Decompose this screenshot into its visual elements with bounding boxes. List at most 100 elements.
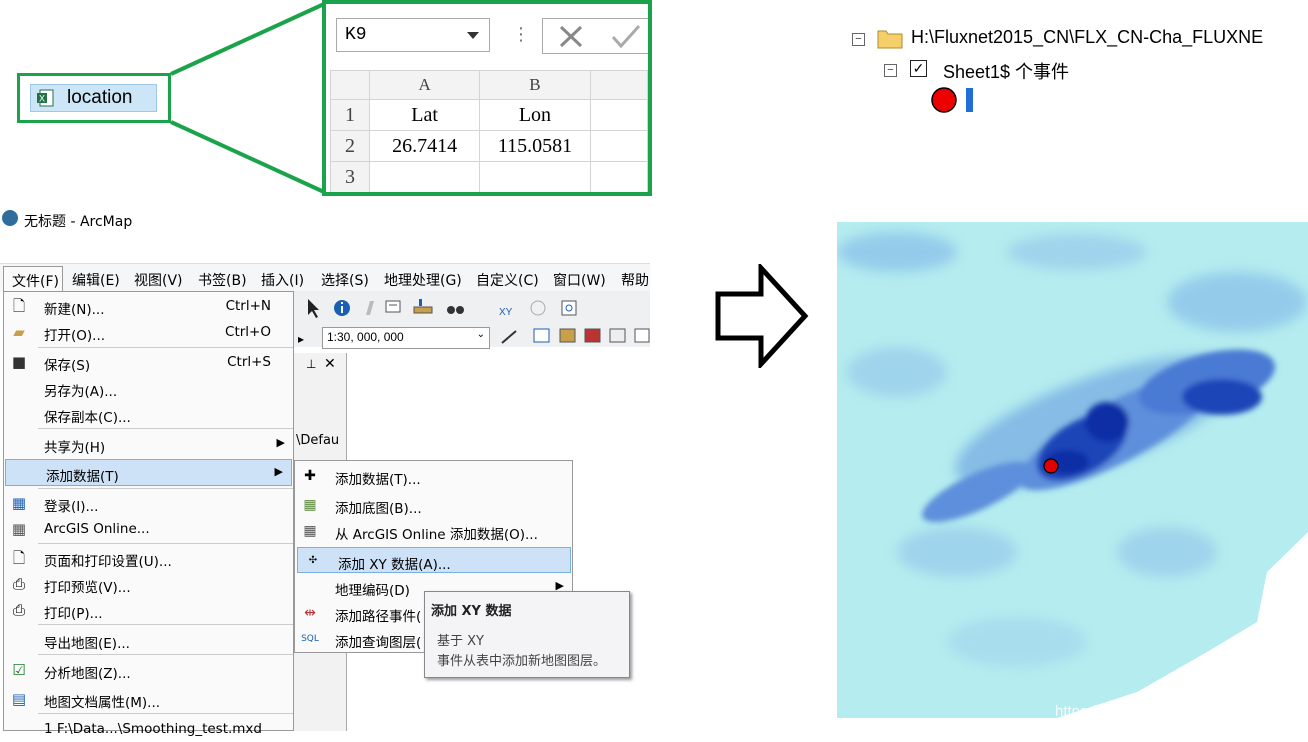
- menu-item-analyze-map[interactable]: ☑ 分析地图(Z)...: [4, 657, 293, 683]
- submenu-item-add-basemap[interactable]: ▦ 添加底图(B)...: [295, 492, 572, 518]
- add-data-plus-icon: ✚: [304, 468, 316, 484]
- cell[interactable]: 115.0581: [479, 130, 591, 162]
- table-icon[interactable]: [533, 328, 550, 343]
- file-menu-tab[interactable]: 文件(F): [3, 266, 63, 293]
- editor-icon[interactable]: [501, 330, 517, 344]
- menu-item-arcgis-online[interactable]: ▦ ArcGIS Online...: [4, 516, 293, 542]
- column-header[interactable]: A: [369, 70, 481, 100]
- menu-insert[interactable]: 插入(I): [261, 270, 304, 290]
- site-point-marker[interactable]: [1043, 458, 1059, 474]
- menu-view[interactable]: 视图(V): [134, 270, 183, 290]
- find-binoculars-icon[interactable]: [447, 306, 464, 314]
- close-icon[interactable]: ✕: [324, 356, 336, 372]
- menu-item-new[interactable]: 🗋 新建(N)... Ctrl+N: [4, 293, 293, 319]
- tooltip-title: 添加 XY 数据: [431, 604, 512, 619]
- menu-geoprocessing[interactable]: 地理处理(G): [384, 270, 462, 290]
- chevron-down-icon[interactable]: [467, 32, 479, 39]
- menu-item-shortcut: Ctrl+S: [227, 354, 271, 370]
- formula-buttons: [542, 18, 648, 54]
- layer-visibility-checkbox[interactable]: ✓: [910, 60, 927, 77]
- menu-item-sign-in[interactable]: ▦ 登录(I)...: [4, 490, 293, 516]
- menu-item-share-as[interactable]: 共享为(H) ▶: [4, 431, 293, 457]
- menu-item-add-data[interactable]: 添加数据(T) ▶: [5, 459, 292, 486]
- measure-icon[interactable]: [413, 299, 433, 314]
- cell[interactable]: Lat: [369, 99, 481, 131]
- pin-icon[interactable]: ⊥: [306, 357, 316, 371]
- menu-separator: [38, 347, 293, 348]
- menu-help[interactable]: 帮助: [621, 270, 649, 290]
- identify-icon[interactable]: [334, 300, 350, 316]
- menu-windows[interactable]: 窗口(W): [553, 270, 606, 290]
- collapse-icon[interactable]: −: [884, 64, 897, 77]
- cell[interactable]: [589, 161, 648, 192]
- menu-item-print-preview[interactable]: ⎙ 打印预览(V)...: [4, 571, 293, 597]
- arctoolbox-icon[interactable]: [584, 328, 601, 343]
- chevron-down-icon[interactable]: ⌄: [477, 329, 485, 340]
- zoom-window-icon[interactable]: [561, 300, 577, 316]
- result-raster-map[interactable]: [837, 222, 1308, 718]
- html-popup-icon[interactable]: [366, 301, 374, 315]
- collapse-icon[interactable]: −: [852, 33, 865, 46]
- menu-selection[interactable]: 选择(S): [321, 270, 369, 290]
- name-box[interactable]: K9: [336, 18, 490, 52]
- menu-item-save[interactable]: ■ 保存(S) Ctrl+S: [4, 349, 293, 375]
- point-symbol-icon[interactable]: [930, 87, 978, 115]
- confirm-icon[interactable]: [611, 24, 641, 49]
- menu-item-print[interactable]: ⎙ 打印(P)...: [4, 597, 293, 623]
- sheet-grid: A B 1 Lat Lon 2 26.7414 115.0581 3: [329, 70, 648, 192]
- time-slider-icon[interactable]: [530, 300, 546, 316]
- catalog-icon[interactable]: [559, 328, 576, 343]
- layer-tree: − H:\Fluxnet2015_CN\FLX_CN-Cha_FLUXNE − …: [846, 24, 1308, 124]
- go-to-xy-icon[interactable]: XY: [499, 307, 513, 318]
- menu-item-label: 添加 XY 数据(A)...: [338, 557, 451, 573]
- cell[interactable]: [479, 161, 591, 192]
- menu-item-label: 添加查询图层(: [335, 635, 422, 651]
- menu-edit[interactable]: 编辑(E): [72, 270, 120, 290]
- menu-item-label: 添加底图(B)...: [335, 501, 422, 517]
- excel-sheet-preview: K9 ⋮ A B 1 Lat Lon 2 26.7414 115.0581 3: [322, 0, 652, 196]
- menu-item-recent-file[interactable]: 1 F:\Data...\Smoothing_test.mxd: [4, 716, 293, 742]
- menu-bookmarks[interactable]: 书签(B): [198, 270, 247, 290]
- cancel-icon[interactable]: [559, 25, 583, 48]
- map-scale-select[interactable]: 1:30, 000, 000 ⌄: [322, 327, 490, 349]
- row-header[interactable]: 1: [329, 99, 371, 131]
- menu-customize[interactable]: 自定义(C): [476, 270, 539, 290]
- xy-data-icon: ✣: [308, 555, 318, 566]
- model-builder-icon[interactable]: [634, 328, 650, 343]
- menu-separator: [38, 543, 293, 544]
- submenu-item-add-xy-data[interactable]: ✣ 添加 XY 数据(A)...: [297, 547, 571, 573]
- menu-item-save-as[interactable]: 另存为(A)...: [4, 375, 293, 401]
- menu-item-label: 添加路径事件(: [335, 609, 422, 625]
- layer-name[interactable]: Sheet1$ 个事件: [943, 58, 1069, 84]
- cell[interactable]: 26.7414: [369, 130, 481, 162]
- popup-icon[interactable]: [385, 300, 401, 313]
- properties-icon: ▤: [11, 690, 27, 708]
- select-arrow-icon[interactable]: [308, 299, 319, 318]
- menu-item-export-map[interactable]: 导出地图(E)...: [4, 627, 293, 653]
- menu-separator: [38, 428, 293, 429]
- menu-item-label: 1 F:\Data...\Smoothing_test.mxd: [44, 721, 262, 737]
- python-icon[interactable]: [609, 328, 626, 343]
- cell[interactable]: [369, 161, 481, 192]
- route-events-icon: ⇹: [304, 605, 316, 621]
- cell[interactable]: [589, 99, 648, 131]
- menu-separator: [38, 624, 293, 625]
- menu-item-open[interactable]: ▰ 打开(O)... Ctrl+O: [4, 319, 293, 345]
- folder-path[interactable]: H:\Fluxnet2015_CN\FLX_CN-Cha_FLUXNE: [911, 27, 1263, 48]
- file-menu: 🗋 新建(N)... Ctrl+N ▰ 打开(O)... Ctrl+O ■ 保存…: [3, 291, 294, 737]
- row-header[interactable]: 3: [329, 161, 371, 192]
- select-all-corner[interactable]: [329, 70, 371, 100]
- submenu-item-add-data[interactable]: ✚ 添加数据(T)...: [295, 463, 572, 489]
- print-preview-icon: ⎙: [12, 575, 25, 593]
- submenu-item-add-online-data[interactable]: ▦ 从 ArcGIS Online 添加数据(O)...: [295, 518, 572, 544]
- pin-icon[interactable]: ▸: [298, 332, 304, 346]
- menu-item-page-setup[interactable]: 🗋 页面和打印设置(U)...: [4, 545, 293, 571]
- cell[interactable]: [589, 130, 648, 162]
- menu-item-map-properties[interactable]: ▤ 地图文档属性(M)...: [4, 686, 293, 712]
- column-header[interactable]: [589, 70, 648, 100]
- menu-item-save-copy[interactable]: 保存副本(C)...: [4, 401, 293, 427]
- cell[interactable]: Lon: [479, 99, 591, 131]
- save-disk-icon: ■: [11, 353, 27, 371]
- row-header[interactable]: 2: [329, 130, 371, 162]
- column-header[interactable]: B: [479, 70, 591, 100]
